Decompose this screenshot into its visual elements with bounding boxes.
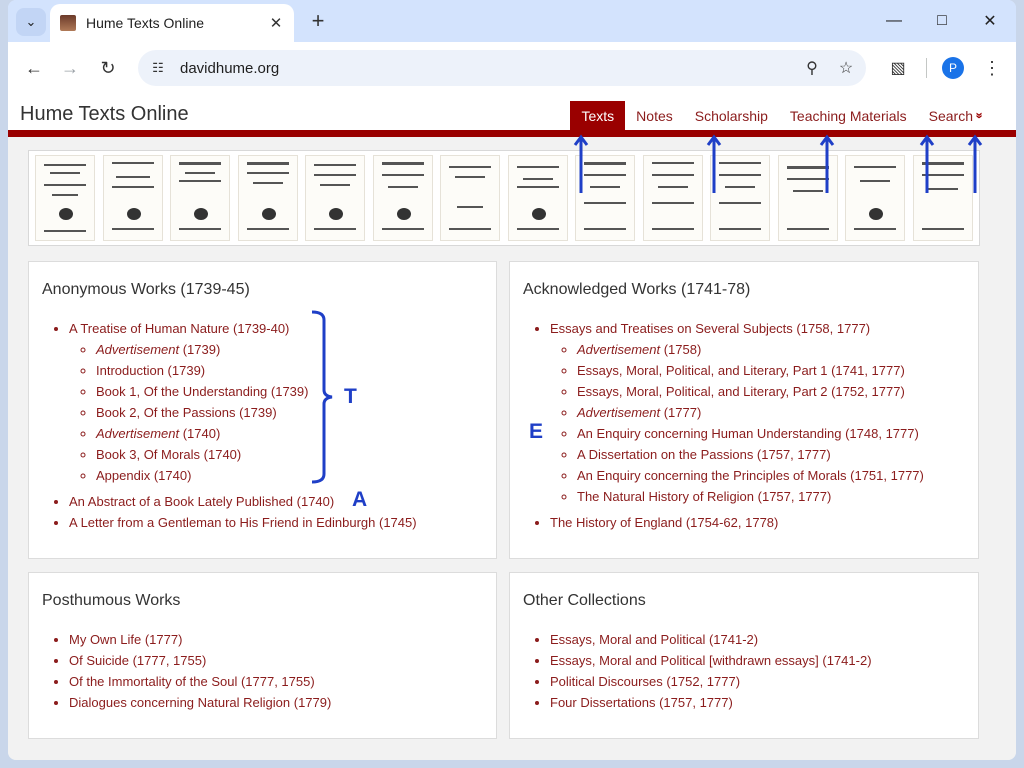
list-item[interactable]: A Dissertation on the Passions (1757, 17… (577, 444, 924, 465)
favicon-icon (60, 15, 76, 31)
other-collections-title: Other Collections (523, 592, 646, 609)
thumbnail-philosophical-essays[interactable] (305, 155, 366, 241)
posthumous-works-title: Posthumous Works (42, 592, 181, 609)
menu-kebab-icon[interactable]: ⋮ (980, 54, 1004, 82)
nav-notes[interactable]: Notes (625, 101, 684, 130)
arrow-annotation-more (967, 134, 983, 193)
reload-icon[interactable]: ↻ (94, 54, 122, 82)
list-item[interactable]: Essays, Moral, Political, and Literary, … (577, 360, 924, 381)
list-item[interactable]: Book 1, Of the Understanding (1739) (96, 381, 417, 402)
annotation-label-e: E (529, 420, 544, 443)
arrow-annotation-texts (573, 134, 589, 193)
list-item[interactable]: Advertisement (1758) (577, 339, 924, 360)
thumbnail-essays-treatises-2[interactable] (642, 155, 703, 241)
nav-teaching-materials[interactable]: Teaching Materials (779, 101, 918, 130)
list-item[interactable]: Appendix (1740) (96, 465, 417, 486)
list-item[interactable]: A Letter from a Gentleman to His Friend … (69, 512, 417, 533)
page-viewport: Hume Texts Online Texts Notes Scholarshi… (8, 94, 1016, 760)
bookmark-star-icon[interactable]: ☆ (832, 54, 860, 82)
list-item[interactable]: Political Discourses (1752, 1777) (550, 671, 872, 692)
arrow-annotation-scholarship (706, 134, 722, 193)
list-item[interactable]: Introduction (1739) (96, 360, 417, 381)
history-of-england-link[interactable]: The History of England (1754-62, 1778) (550, 515, 778, 530)
posthumous-works-list: My Own Life (1777) Of Suicide (1777, 175… (69, 629, 331, 713)
browser-window: ⌄ Hume Texts Online ✕ + — □ ✕ ← → ↻ ☷ da… (8, 0, 1016, 760)
list-item[interactable]: Advertisement (1740) (96, 423, 417, 444)
letter-link[interactable]: A Letter from a Gentleman to His Friend … (69, 515, 417, 530)
tab-search-button[interactable]: ⌄ (16, 8, 46, 36)
list-item[interactable]: Essays, Moral and Political [withdrawn e… (550, 650, 872, 671)
back-arrow-icon[interactable]: ← (20, 54, 48, 82)
treatise-sublist: Advertisement (1739) Introduction (1739)… (96, 339, 417, 486)
list-item[interactable]: Dialogues concerning Natural Religion (1… (69, 692, 331, 713)
list-item[interactable]: Advertisement (1777) (577, 402, 924, 423)
list-item[interactable]: Advertisement (1739) (96, 339, 417, 360)
treatise-link[interactable]: A Treatise of Human Nature (1739-40) (69, 321, 289, 336)
acknowledged-works-title: Acknowledged Works (1741-78) (523, 281, 751, 298)
thumbnail-four-dissertations[interactable] (507, 155, 568, 241)
annotation-label-t: T (344, 385, 357, 408)
site-header: Hume Texts Online Texts Notes Scholarshi… (8, 94, 1016, 130)
window-close-icon[interactable]: ✕ (976, 9, 1004, 33)
list-item[interactable]: The History of England (1754-62, 1778) (550, 512, 924, 533)
thumbnail-treatise[interactable] (35, 155, 95, 241)
thumbnail-enquiry-morals[interactable] (372, 155, 433, 241)
minimize-icon[interactable]: — (880, 9, 908, 33)
essays-treatises-sublist: Advertisement (1758) Essays, Moral, Poli… (577, 339, 924, 507)
thumbnail-two-essays[interactable] (845, 155, 906, 241)
close-icon[interactable]: ✕ (264, 11, 288, 35)
arrow-annotation-search (919, 134, 935, 193)
url-text[interactable]: davidhume.org (180, 60, 798, 77)
acknowledged-works-card: Acknowledged Works (1741-78) Essays and … (509, 261, 979, 559)
list-item[interactable]: A Treatise of Human Nature (1739-40) Adv… (69, 318, 417, 486)
arrow-annotation-teaching (819, 134, 835, 193)
anonymous-works-title: Anonymous Works (1739-45) (42, 281, 250, 298)
thumbnail-political-discourses[interactable] (440, 155, 501, 241)
double-chevron-down-icon[interactable]: ›› (973, 109, 988, 121)
extensions-icon[interactable]: ▧ (884, 54, 912, 82)
annotation-label-a: A (352, 488, 368, 511)
thumbnail-essays-moral-political[interactable] (170, 155, 231, 241)
essays-treatises-link[interactable]: Essays and Treatises on Several Subjects… (550, 321, 870, 336)
list-item[interactable]: Of the Immortality of the Soul (1777, 17… (69, 671, 331, 692)
tab-title: Hume Texts Online (86, 15, 205, 31)
site-nav: Texts Notes Scholarship Teaching Materia… (570, 101, 984, 130)
list-item[interactable]: An Enquiry concerning the Principles of … (577, 465, 924, 486)
thumbnail-abstract[interactable] (102, 155, 163, 241)
toolbar-divider (926, 58, 927, 78)
list-item[interactable]: The Natural History of Religion (1757, 1… (577, 486, 924, 507)
list-item[interactable]: Essays and Treatises on Several Subjects… (550, 318, 924, 507)
new-tab-button[interactable]: + (306, 8, 330, 33)
nav-scholarship[interactable]: Scholarship (684, 101, 779, 130)
browser-toolbar: ← → ↻ ☷ davidhume.org ⚲ ☆ ▧ P ⋮ (8, 42, 1016, 94)
browser-tab[interactable]: Hume Texts Online ✕ (50, 4, 294, 42)
other-collections-card: Other Collections Essays, Moral and Poli… (509, 572, 979, 739)
tab-strip: ⌄ Hume Texts Online ✕ + — □ ✕ (8, 0, 1016, 42)
thumbnail-letter[interactable] (237, 155, 298, 241)
anonymous-works-card: Anonymous Works (1739-45) A Treatise of … (28, 261, 497, 559)
forward-arrow-icon[interactable]: → (56, 54, 84, 82)
site-title[interactable]: Hume Texts Online (20, 103, 189, 126)
site-info-icon[interactable]: ☷ (144, 54, 172, 82)
profile-avatar[interactable]: P (942, 57, 964, 79)
other-collections-list: Essays, Moral and Political (1741-2) Ess… (550, 629, 872, 713)
list-item[interactable]: My Own Life (1777) (69, 629, 331, 650)
chevron-down-icon: ⌄ (25, 14, 37, 29)
nav-texts[interactable]: Texts (570, 101, 626, 130)
list-item[interactable]: An Enquiry concerning Human Understandin… (577, 423, 924, 444)
abstract-link[interactable]: An Abstract of a Book Lately Published (… (69, 494, 334, 509)
header-accent-bar (8, 130, 1016, 137)
address-bar[interactable]: ☷ davidhume.org ⚲ ☆ (138, 50, 866, 86)
list-item[interactable]: Essays, Moral, Political, and Literary, … (577, 381, 924, 402)
list-item[interactable]: Of Suicide (1777, 1755) (69, 650, 331, 671)
list-item[interactable]: Four Dissertations (1757, 1777) (550, 692, 872, 713)
list-item[interactable]: Essays, Moral and Political (1741-2) (550, 629, 872, 650)
acknowledged-works-list: Essays and Treatises on Several Subjects… (550, 318, 924, 533)
title-page-thumbnails (28, 150, 980, 246)
list-item[interactable]: Book 3, Of Morals (1740) (96, 444, 417, 465)
list-item[interactable]: Book 2, Of the Passions (1739) (96, 402, 417, 423)
maximize-icon[interactable]: □ (928, 9, 956, 33)
zoom-icon[interactable]: ⚲ (798, 54, 826, 82)
posthumous-works-card: Posthumous Works My Own Life (1777) Of S… (28, 572, 497, 739)
